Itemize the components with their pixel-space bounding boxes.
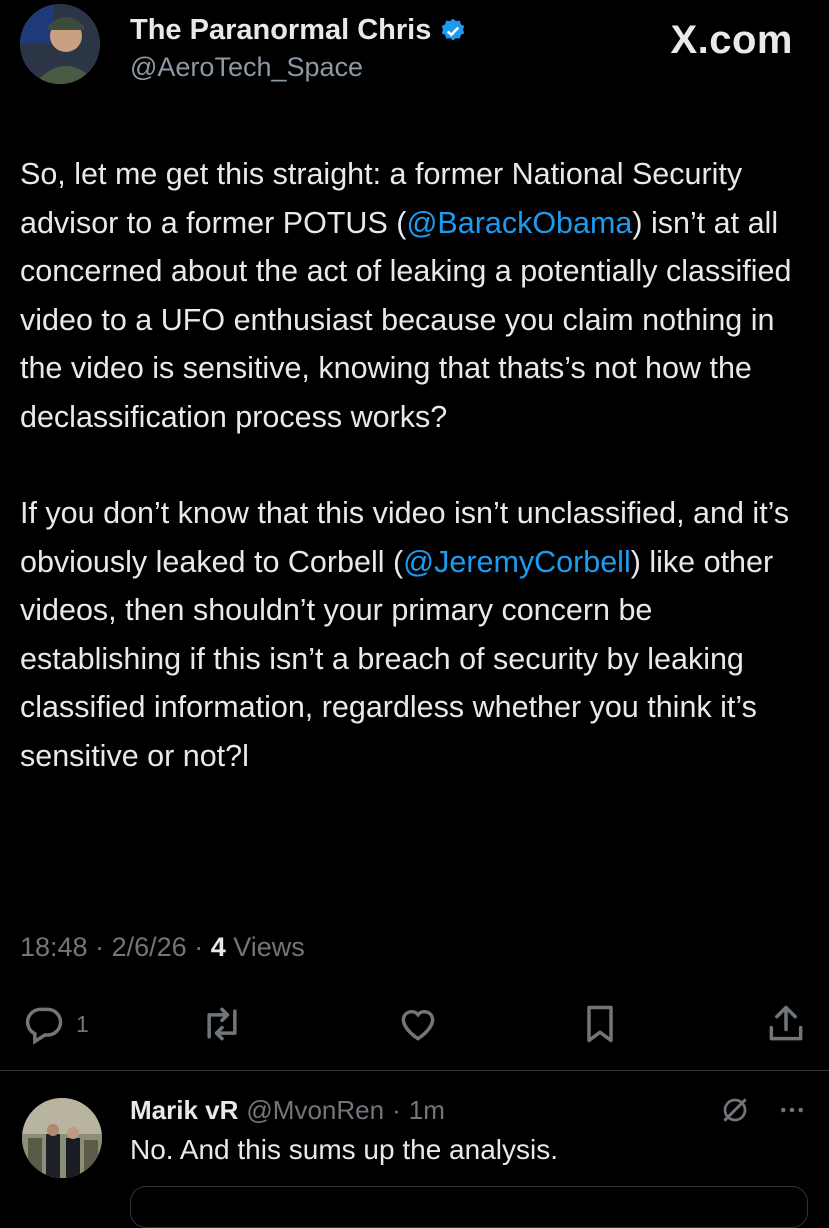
views-label: Views: [233, 932, 305, 962]
tweet-paragraph-2: If you don’t know that this video isn’t …: [20, 489, 810, 780]
views-count: 4: [210, 932, 226, 962]
author-handle[interactable]: @AeroTech_Space: [130, 52, 363, 83]
share-icon: [769, 1005, 803, 1041]
reply-icon: [25, 1007, 63, 1045]
reply-author-handle[interactable]: @MvonRen: [246, 1095, 384, 1126]
divider: [0, 1070, 829, 1071]
repost-icon: [207, 1007, 237, 1041]
tweet-meta: 18:48 · 2/6/26 · 4 Views: [20, 932, 305, 963]
mention-link[interactable]: @BarackObama: [406, 206, 632, 240]
reply-count: 1: [76, 1010, 89, 1037]
repost-button[interactable]: [200, 1002, 244, 1046]
bookmark-icon: [587, 1005, 613, 1043]
reply-header: Marik vR @MvonRen · 1m: [130, 1095, 445, 1126]
like-button[interactable]: [396, 1002, 440, 1046]
separator: ·: [392, 1095, 401, 1125]
tweet-date[interactable]: 2/6/26: [112, 932, 187, 962]
author-avatar[interactable]: [20, 4, 100, 84]
reply-embed-card[interactable]: [130, 1186, 808, 1228]
like-icon: [401, 1010, 435, 1041]
reply-author-avatar[interactable]: [22, 1098, 102, 1178]
share-button[interactable]: [764, 1002, 808, 1046]
grok-icon[interactable]: [719, 1094, 751, 1126]
action-bar: 1: [22, 1002, 808, 1048]
verified-badge-icon: [442, 18, 465, 40]
author-name-text: The Paranormal Chris: [130, 14, 432, 46]
reply-text: No. And this sums up the analysis.: [130, 1134, 558, 1165]
reply-age[interactable]: 1m: [409, 1095, 445, 1126]
tweet-paragraph-1: So, let me get this straight: a former N…: [20, 150, 810, 441]
mention-link[interactable]: @JeremyCorbell: [403, 545, 631, 579]
separator: ·: [194, 932, 211, 962]
tweet-time[interactable]: 18:48: [20, 932, 88, 962]
reply-button[interactable]: 1: [22, 1002, 89, 1046]
separator: ·: [95, 932, 112, 962]
tweet-body: So, let me get this straight: a former N…: [20, 150, 810, 780]
author-name[interactable]: The Paranormal Chris: [130, 14, 467, 47]
more-icon[interactable]: [777, 1095, 807, 1125]
reply-author-name[interactable]: Marik vR: [130, 1095, 238, 1126]
brand-watermark: X.com: [670, 18, 793, 62]
bookmark-button[interactable]: [578, 1002, 622, 1046]
reply-icons: [719, 1094, 807, 1126]
